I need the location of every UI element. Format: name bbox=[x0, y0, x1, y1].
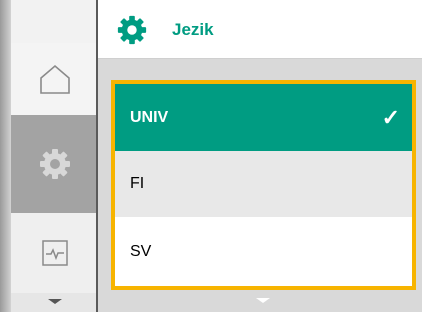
language-option-label: UNIV bbox=[130, 108, 169, 126]
gear-icon bbox=[39, 149, 70, 179]
language-option-label: FI bbox=[130, 175, 145, 192]
page-title: Jezik bbox=[172, 20, 214, 39]
checkmark-icon: ✓ bbox=[381, 104, 400, 130]
sidebar-top bbox=[11, 0, 98, 43]
home-icon bbox=[39, 64, 70, 94]
gear-icon bbox=[117, 15, 147, 45]
language-option-sv[interactable]: SV bbox=[115, 217, 412, 286]
language-list: UNIV ✓ FI SV bbox=[111, 80, 416, 290]
sidebar-item-monitor[interactable] bbox=[11, 213, 98, 293]
sidebar-scroll-down[interactable] bbox=[11, 293, 98, 312]
chevron-down-icon bbox=[47, 299, 62, 304]
header: Jezik bbox=[98, 0, 422, 59]
language-option-fi[interactable]: FI bbox=[115, 151, 412, 217]
language-option-univ[interactable]: UNIV ✓ bbox=[115, 84, 412, 151]
sidebar-item-settings[interactable] bbox=[11, 115, 98, 213]
chevron-down-icon[interactable] bbox=[256, 298, 270, 303]
rail-edge bbox=[0, 0, 11, 312]
language-option-label: SV bbox=[130, 242, 152, 260]
sidebar-item-home[interactable] bbox=[11, 43, 98, 115]
monitor-graph-icon bbox=[41, 240, 68, 266]
